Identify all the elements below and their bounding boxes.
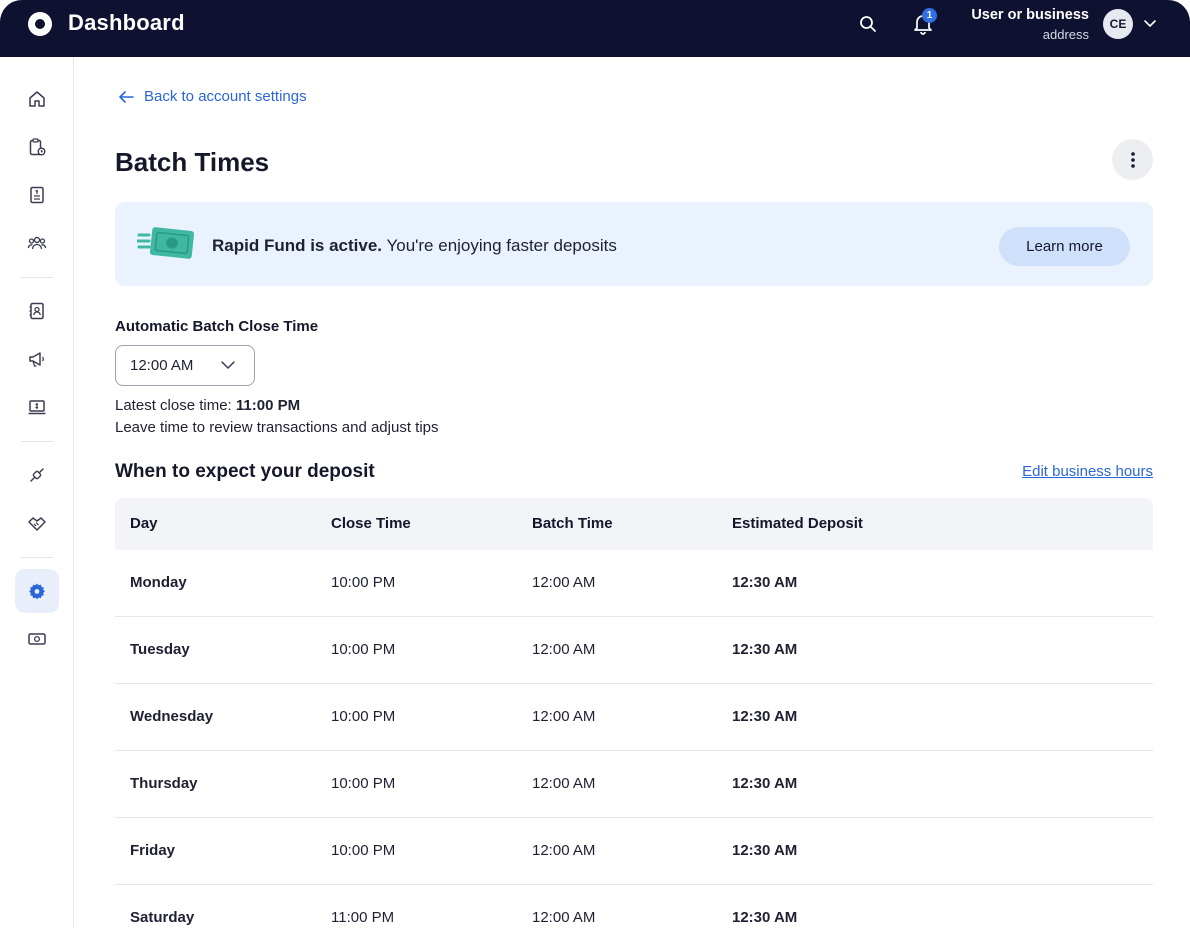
column-header-estimated-deposit: Estimated Deposit <box>732 515 863 532</box>
cell-batch-time: 12:00 AM <box>532 708 596 725</box>
sidebar-item-invoices[interactable] <box>15 173 59 217</box>
money-icon <box>137 227 195 259</box>
cash-icon <box>28 633 46 645</box>
sidebar-item-integrations[interactable] <box>15 453 59 497</box>
cell-estimated-deposit: 12:30 AM <box>732 775 798 792</box>
sidebar-item-customers[interactable] <box>15 221 59 265</box>
cell-day: Wednesday <box>130 708 214 725</box>
table-row: Thursday 10:00 PM 12:00 AM 12:30 AM <box>115 751 1153 818</box>
sidebar-item-partners[interactable] <box>15 501 59 545</box>
column-header-batch-time: Batch Time <box>532 515 613 532</box>
cell-close-time: 10:00 PM <box>331 574 396 591</box>
arrow-left-icon <box>119 90 134 103</box>
sidebar-divider <box>21 441 53 442</box>
home-icon <box>29 91 45 107</box>
table-row: Tuesday 10:00 PM 12:00 AM 12:30 AM <box>115 617 1153 684</box>
logo-icon[interactable] <box>28 12 52 36</box>
cell-day: Friday <box>130 842 176 859</box>
app-title: Dashboard <box>68 10 185 35</box>
deposit-section-title: When to expect your deposit <box>115 461 375 482</box>
sidebar-item-funding[interactable] <box>15 617 59 661</box>
table-row: Friday 10:00 PM 12:00 AM 12:30 AM <box>115 818 1153 885</box>
column-header-close-time: Close Time <box>331 515 411 532</box>
cell-close-time: 10:00 PM <box>331 842 396 859</box>
cell-batch-time: 12:00 AM <box>532 775 596 792</box>
sidebar-divider <box>21 277 53 278</box>
cell-batch-time: 12:00 AM <box>532 574 596 591</box>
cell-estimated-deposit: 12:30 AM <box>732 641 798 658</box>
banner-message: Rapid Fund is active. You're enjoying fa… <box>212 236 617 256</box>
rapid-fund-banner: Rapid Fund is active. You're enjoying fa… <box>115 202 1153 286</box>
contact-book-icon <box>29 302 44 320</box>
cell-day: Thursday <box>130 775 198 792</box>
laptop-dollar-icon <box>28 400 46 415</box>
sidebar-item-payments[interactable] <box>15 385 59 429</box>
cell-close-time: 10:00 PM <box>331 708 396 725</box>
people-icon <box>27 236 47 250</box>
sidebar-item-contacts[interactable] <box>15 289 59 333</box>
sidebar-item-marketing[interactable] <box>15 337 59 381</box>
sidebar-item-orders[interactable] <box>15 125 59 169</box>
handshake-icon <box>28 517 46 531</box>
cell-estimated-deposit: 12:30 AM <box>732 574 798 591</box>
user-address: address <box>1042 27 1089 42</box>
cell-batch-time: 12:00 AM <box>532 641 596 658</box>
latest-close-time: Latest close time: 11:00 PM <box>115 397 300 414</box>
notification-badge: 1 <box>922 8 937 23</box>
document-dollar-icon <box>30 186 44 204</box>
chevron-down-icon <box>221 361 235 369</box>
sidebar-item-settings[interactable] <box>15 569 59 613</box>
learn-more-button[interactable]: Learn more <box>999 227 1130 266</box>
search-icon[interactable] <box>858 14 878 34</box>
latest-close-value: 11:00 PM <box>235 397 301 414</box>
latest-close-prefix: Latest close time: <box>115 397 236 414</box>
cell-batch-time: 12:00 AM <box>532 909 596 926</box>
cell-day: Monday <box>130 574 187 591</box>
cell-estimated-deposit: 12:30 AM <box>732 842 798 859</box>
cell-close-time: 10:00 PM <box>331 775 396 792</box>
table-row: Saturday 11:00 PM 12:00 AM 12:30 AM <box>115 885 1153 928</box>
cell-close-time: 11:00 PM <box>331 909 395 926</box>
clipboard-clock-icon <box>29 138 46 156</box>
more-vertical-icon <box>1130 151 1135 168</box>
back-link-label: Back to account settings <box>144 88 307 105</box>
plug-icon <box>30 468 44 482</box>
top-bar: Dashboard 1 User or business address CE <box>0 0 1190 57</box>
page-title: Batch Times <box>115 147 270 177</box>
batch-close-label: Automatic Batch Close Time <box>115 318 319 335</box>
table-row: Monday 10:00 PM 12:00 AM 12:30 AM <box>115 550 1153 617</box>
cell-estimated-deposit: 12:30 AM <box>732 708 798 725</box>
table-header: Day Close Time Batch Time Estimated Depo… <box>115 498 1153 550</box>
cell-day: Saturday <box>130 909 195 926</box>
more-options-button[interactable] <box>1112 139 1153 180</box>
cell-close-time: 10:00 PM <box>331 641 396 658</box>
helper-text: Leave time to review transactions and ad… <box>115 419 439 436</box>
sidebar <box>0 57 74 928</box>
cell-estimated-deposit: 12:30 AM <box>732 909 798 926</box>
deposit-table: Day Close Time Batch Time Estimated Depo… <box>115 498 1153 928</box>
back-link[interactable]: Back to account settings <box>118 88 307 105</box>
edit-business-hours-link[interactable]: Edit business hours <box>1022 463 1153 480</box>
avatar[interactable]: CE <box>1103 9 1133 39</box>
banner-message-bold: Rapid Fund is active. <box>212 236 383 255</box>
megaphone-icon <box>29 352 44 367</box>
chevron-down-icon[interactable] <box>1143 16 1157 30</box>
app-window: Dashboard 1 User or business address CE <box>0 0 1190 928</box>
cell-batch-time: 12:00 AM <box>532 842 596 859</box>
sidebar-divider <box>21 557 53 558</box>
sidebar-item-home[interactable] <box>15 77 59 121</box>
cell-day: Tuesday <box>130 641 190 658</box>
user-name[interactable]: User or business <box>971 7 1089 23</box>
gear-icon <box>29 583 45 600</box>
table-row: Wednesday 10:00 PM 12:00 AM 12:30 AM <box>115 684 1153 751</box>
column-header-day: Day <box>130 515 158 532</box>
banner-message-text: You're enjoying faster deposits <box>382 236 617 255</box>
